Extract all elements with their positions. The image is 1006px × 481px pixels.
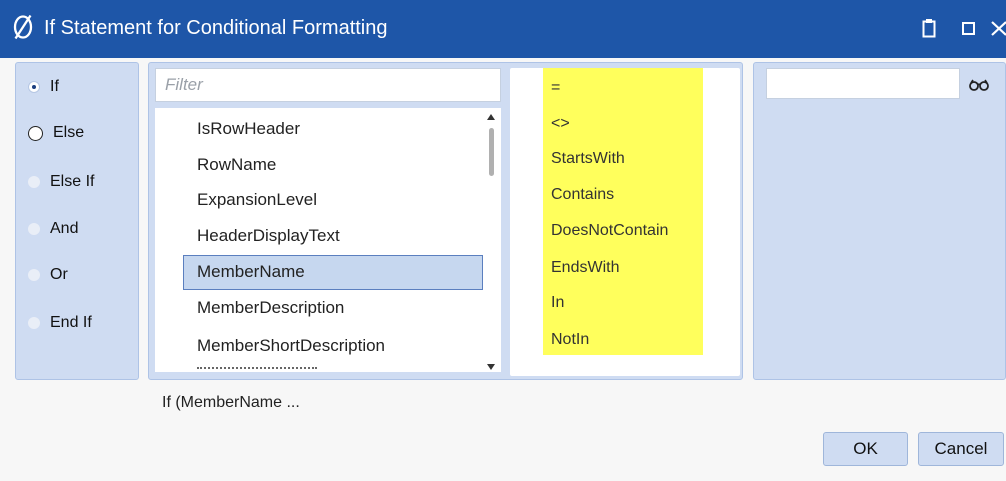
- clipboard-icon[interactable]: [922, 18, 936, 38]
- radio-disabled-icon: [28, 317, 40, 329]
- radio-if[interactable]: If: [28, 75, 59, 99]
- radio-label: Else: [53, 124, 85, 141]
- field-item-membershortdescription[interactable]: MemberShortDescription: [197, 336, 385, 356]
- expression-preview: If (MemberName ...: [162, 394, 300, 411]
- radio-unchecked-icon: [28, 125, 43, 141]
- close-icon[interactable]: [990, 21, 1006, 36]
- field-item-isrowheader[interactable]: IsRowHeader: [197, 119, 300, 139]
- radio-checked-icon: [28, 81, 40, 93]
- radio-label: End If: [50, 314, 92, 331]
- radio-else[interactable]: Else: [28, 121, 84, 145]
- radio-label: Or: [50, 266, 68, 283]
- radio-label: If: [50, 78, 59, 95]
- radio-or[interactable]: Or: [28, 263, 68, 287]
- radio-else-if[interactable]: Else If: [28, 170, 94, 194]
- ok-button[interactable]: OK: [823, 432, 908, 466]
- radio-and[interactable]: And: [28, 217, 78, 241]
- radio-label: And: [50, 220, 79, 237]
- scrollbar-thumb[interactable]: [489, 128, 494, 176]
- filter-input[interactable]: [156, 69, 500, 101]
- field-item-rowname[interactable]: RowName: [197, 155, 276, 175]
- operator-equals[interactable]: =: [551, 79, 560, 97]
- radio-disabled-icon: [28, 223, 40, 235]
- field-item-memberdescription[interactable]: MemberDescription: [197, 298, 344, 318]
- operator-highlight: [543, 68, 703, 355]
- operator-startswith[interactable]: StartsWith: [551, 150, 625, 168]
- operator-doesnotcontain[interactable]: DoesNotContain: [551, 222, 668, 240]
- value-panel: [753, 62, 1006, 380]
- value-input[interactable]: [767, 69, 959, 98]
- maximize-icon[interactable]: [962, 22, 975, 35]
- filter-field[interactable]: [155, 68, 501, 102]
- operator-endswith[interactable]: EndsWith: [551, 259, 619, 277]
- dialog-title: If Statement for Conditional Formatting: [44, 17, 388, 39]
- cancel-button[interactable]: Cancel: [918, 432, 1004, 466]
- value-field[interactable]: [766, 68, 960, 99]
- radio-end-if[interactable]: End If: [28, 311, 92, 335]
- field-item-headerdisplaytext[interactable]: HeaderDisplayText: [197, 226, 340, 246]
- field-list: IsRowHeader RowName ExpansionLevel Heade…: [155, 108, 501, 372]
- condition-type-panel: If Else Else If And Or End If: [15, 62, 139, 380]
- dialog-titlebar: If Statement for Conditional Formatting: [0, 0, 1006, 58]
- radio-disabled-icon: [28, 176, 40, 188]
- operator-in[interactable]: In: [551, 294, 564, 312]
- field-item-membername[interactable]: MemberName: [197, 262, 305, 282]
- operator-contains[interactable]: Contains: [551, 186, 614, 204]
- field-item-expansionlevel[interactable]: ExpansionLevel: [197, 190, 317, 210]
- radio-label: Else If: [50, 173, 95, 190]
- radio-disabled-icon: [28, 269, 40, 281]
- field-item-partial: [197, 367, 317, 372]
- glasses-icon[interactable]: [969, 79, 989, 91]
- operator-notin[interactable]: NotIn: [551, 331, 589, 349]
- operator-not-equals[interactable]: <>: [551, 115, 570, 133]
- app-logo-icon: [13, 14, 33, 40]
